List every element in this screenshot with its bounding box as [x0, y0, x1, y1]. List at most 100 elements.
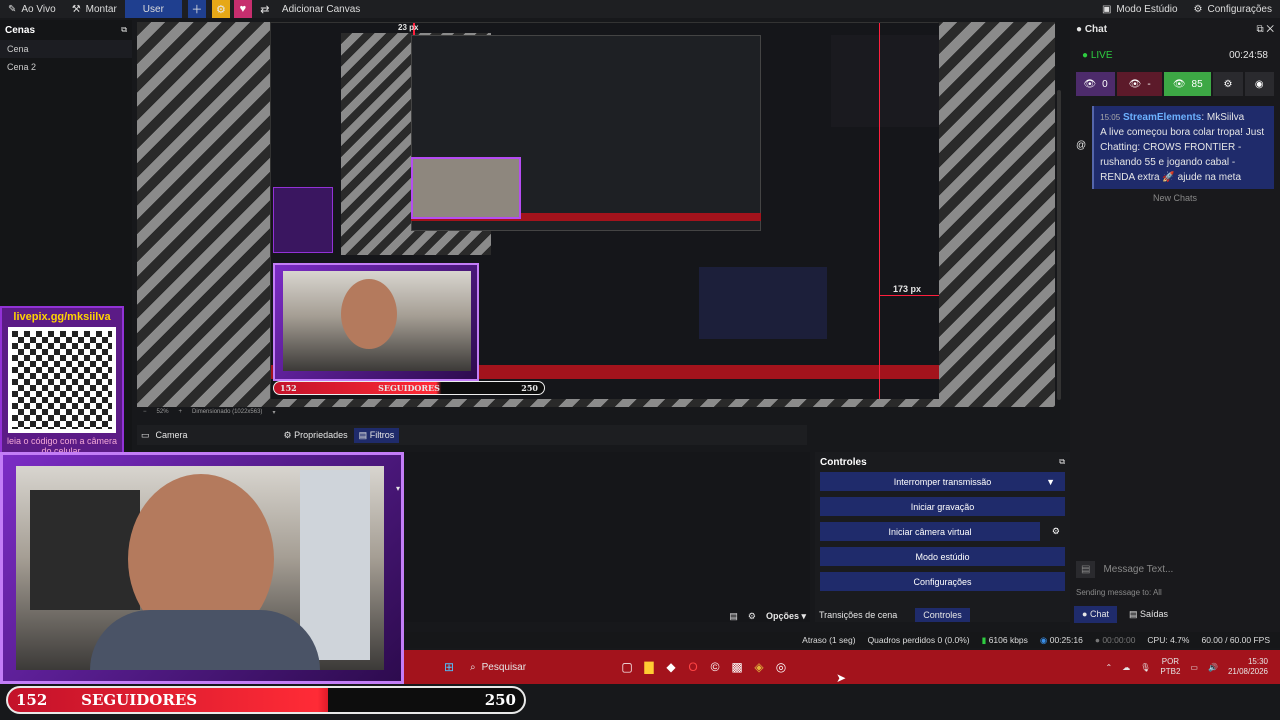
tab-ao-vivo[interactable]: ✎ Ao Vivo — [0, 0, 64, 18]
nested-controls — [699, 267, 827, 339]
controls-panel: Controles ⧉ Interromper transmissão ▼ Ini… — [815, 452, 1070, 622]
measure-top-label: 23 px — [398, 23, 419, 32]
chat-title: ● Chat — [1076, 23, 1108, 35]
settings-control-button[interactable]: Configurações — [820, 572, 1065, 591]
add-icon[interactable]: ＋ — [187, 0, 206, 18]
folder-icon: ▭ — [141, 429, 150, 440]
settings-button[interactable]: ⚙ Configurações — [1186, 0, 1280, 18]
settings-small-icon[interactable]: ⚙ — [748, 611, 756, 622]
chat-input[interactable]: ▤ Message Text... — [1076, 558, 1274, 580]
cursor-icon: ➤ — [836, 671, 847, 685]
virtual-cam-gear-icon[interactable]: ⚙ — [1052, 526, 1060, 537]
tab-montar[interactable]: ⚒ Montar — [64, 0, 125, 18]
live-timer: 00:24:58 — [1229, 49, 1268, 61]
popout-icon[interactable]: ⧉ — [121, 25, 127, 35]
studio-mode-button[interactable]: ▣ Modo Estúdio — [1094, 0, 1186, 18]
chat-bubble-icon: ● — [1076, 23, 1083, 35]
studio-mode-control-button[interactable]: Modo estúdio — [820, 547, 1065, 566]
options-button[interactable]: Opções ▾ — [766, 611, 806, 622]
chat-settings-icon[interactable]: ⚙ — [1213, 72, 1243, 96]
chat-username[interactable]: StreamElements — [1123, 112, 1201, 123]
nested-chat — [831, 35, 939, 127]
preview-canvas[interactable]: 152 SEGUIDORES 250 173 px — [270, 22, 939, 399]
network-icon[interactable]: ☁ — [1122, 663, 1130, 672]
gear-icon[interactable]: ⚙ — [211, 0, 230, 18]
tab-scene-transitions[interactable]: Transições de cena — [815, 608, 901, 622]
display-icon[interactable]: ▭ — [1190, 663, 1198, 672]
obs-icon[interactable]: ◎ — [770, 656, 792, 678]
qr-code-icon — [8, 327, 116, 433]
task-view-icon[interactable]: ▢ — [616, 656, 638, 678]
measure-right-label: 173 px — [893, 284, 922, 294]
mic-icon[interactable]: 🎙 — [1140, 663, 1150, 672]
webcam-shelf — [30, 490, 140, 610]
clock[interactable]: 15:30 21/08/2026 — [1228, 657, 1268, 677]
scene-item[interactable]: Cena — [0, 40, 132, 58]
tab-outputs[interactable]: ▤ Saídas — [1121, 606, 1176, 623]
stop-stream-button[interactable]: Interromper transmissão ▼ — [820, 472, 1065, 491]
emote-icon[interactable]: ▤ — [1076, 560, 1096, 578]
chat-message-body: 15:05 StreamElements: MkSiilva A live co… — [1092, 106, 1274, 189]
scene-item[interactable]: Cena 2 — [0, 58, 132, 76]
viewers-purple-button[interactable]: 👁 0 — [1076, 72, 1116, 96]
preview-scrollbar[interactable] — [1057, 90, 1061, 400]
heart-icon[interactable]: ♥ — [233, 0, 252, 18]
close-icon[interactable]: ⧉ ✕ — [1256, 24, 1274, 35]
qr-link: livepix.gg/mksiilva — [13, 311, 111, 323]
properties-button[interactable]: ⚙ Propriedades — [284, 430, 348, 441]
nested-cam — [411, 157, 521, 219]
viewers-green-button[interactable]: 👁 85 — [1164, 72, 1212, 96]
taskbar-search[interactable]: ⌕ Pesquisar — [470, 656, 582, 678]
filters-button[interactable]: ▤ Filtros — [353, 427, 400, 443]
live-status-row: ● LIVE 00:24:58 — [1070, 38, 1280, 72]
shuffle-icon[interactable]: ⇄ — [256, 0, 274, 18]
tab-controls[interactable]: Controles — [915, 608, 970, 622]
followers-goal-bar: 152 SEGUIDORES 250 — [6, 686, 526, 714]
top-menu-bar: ✎ Ao Vivo ⚒ Montar User ＋ ⚙ ♥ ⇄ Adicionar … — [0, 0, 1280, 18]
gear-small-icon: ⚙ — [283, 429, 292, 440]
start-virtual-cam-button[interactable]: Iniciar câmera virtual ⚙ — [820, 522, 1060, 541]
followers-label: SEGUIDORES — [81, 691, 198, 709]
language-indicator[interactable]: POR PTB2 — [1160, 657, 1180, 677]
viewers-red-button[interactable]: 👁 - — [1117, 72, 1163, 96]
scenes-title: Cenas — [5, 24, 36, 36]
filter-icon: ▤ — [358, 429, 368, 440]
guide-horizontal — [879, 295, 939, 296]
chevron-down-icon[interactable]: ▼ — [1046, 477, 1055, 487]
volume-icon[interactable]: 🔊 — [1208, 663, 1218, 672]
dock-tabs: Transições de cena Controles — [815, 606, 970, 624]
preview-footer: − 52% + Dimensionado (1022x563) ▾ — [143, 409, 276, 416]
game-icon[interactable]: ▩ — [726, 656, 748, 678]
webcam-curtain — [300, 470, 370, 660]
list-icon[interactable]: ▤ — [729, 611, 738, 622]
followers-goal: 250 — [484, 691, 516, 709]
sending-to-label: Sending message to: All — [1076, 588, 1162, 597]
windows-start-icon[interactable]: ⊞ — [438, 656, 460, 678]
chevron-up-icon[interactable]: ⌃ — [1106, 663, 1113, 672]
hammer-icon: ⚒ — [71, 3, 81, 15]
layout-icon: ▣ — [1101, 3, 1112, 15]
eye-icon: 👁 — [1172, 78, 1186, 90]
chat-tabs: ● Chat ▤ Saídas — [1074, 606, 1176, 623]
start-recording-button[interactable]: Iniciar gravação — [820, 497, 1065, 516]
dropdown-icon[interactable]: ▾ — [272, 409, 275, 416]
qr-card-overlay: livepix.gg/mksiilva leia o código com a … — [0, 306, 124, 466]
popout-icon[interactable]: ⧉ — [1059, 457, 1065, 467]
controls-title: Controles — [820, 456, 867, 468]
eye-icon: 👁 — [1083, 78, 1097, 90]
app-c-icon[interactable]: © — [704, 656, 726, 678]
app-shield-icon[interactable]: ◆ — [660, 656, 682, 678]
chat-message: @ 15:05 StreamElements: MkSiilva A live … — [1076, 106, 1274, 189]
opera-icon[interactable]: O — [682, 656, 704, 678]
live-indicator: ● LIVE — [1082, 49, 1113, 61]
source-dropdown-icon[interactable]: ▾ — [396, 484, 400, 493]
zoom-out-icon[interactable]: − — [143, 409, 147, 415]
file-explorer-icon[interactable]: ▇ — [638, 656, 660, 678]
chat-record-icon[interactable]: ◉ — [1244, 72, 1274, 96]
new-chats-label[interactable]: New Chats — [1070, 193, 1280, 203]
tab-chat[interactable]: ● Chat — [1074, 606, 1117, 623]
cabal-icon[interactable]: ◈ — [748, 656, 770, 678]
zoom-in-icon[interactable]: + — [179, 409, 183, 415]
tab-user[interactable]: User — [124, 0, 182, 18]
add-canvas-button[interactable]: Adicionar Canvas — [274, 0, 368, 18]
